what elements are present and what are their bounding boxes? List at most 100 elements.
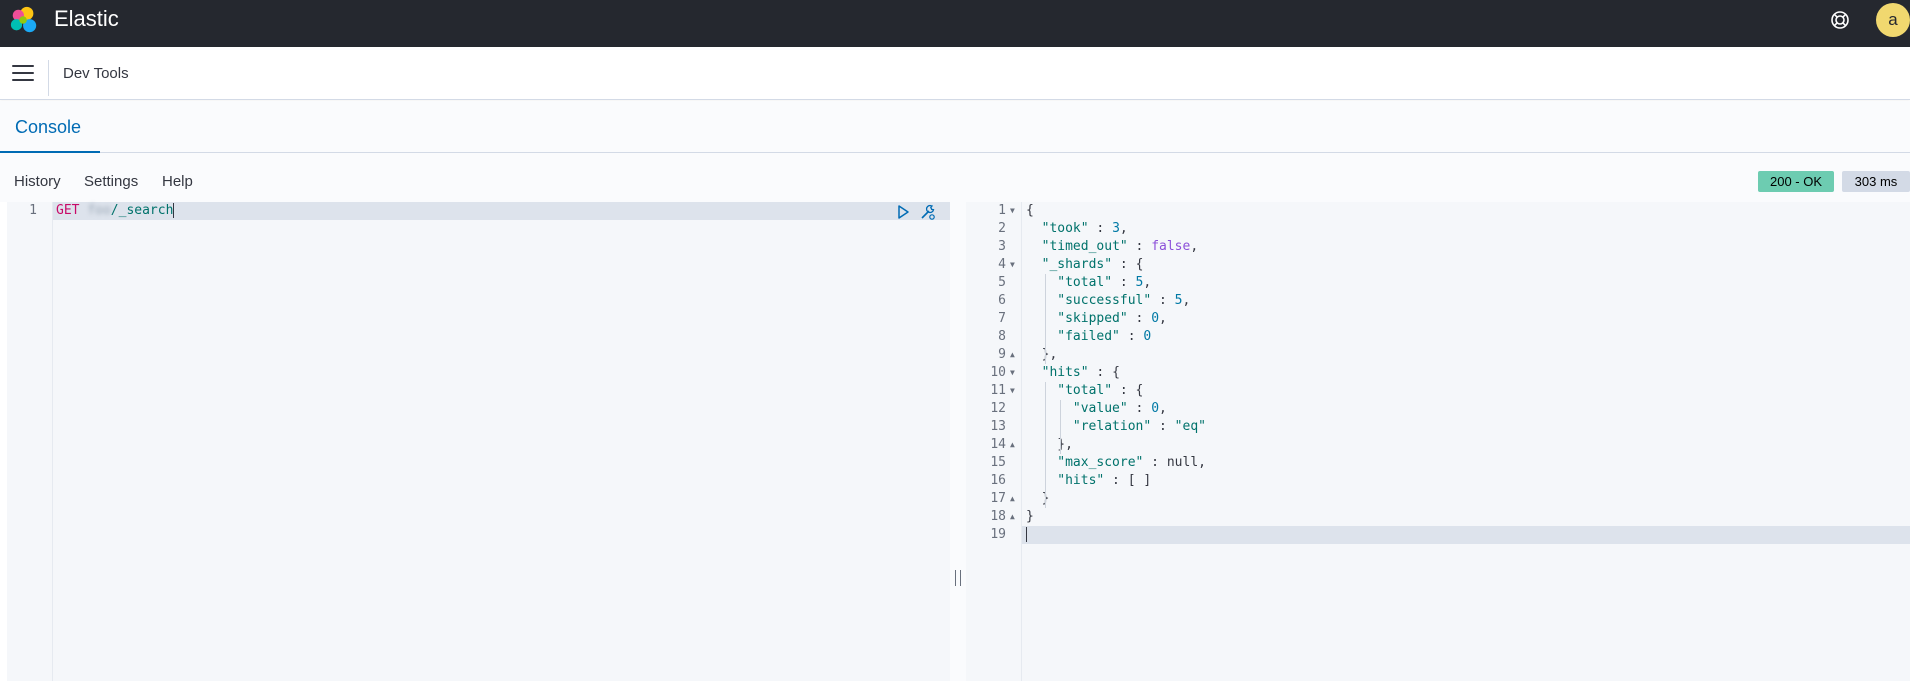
json-punctuation: {	[1112, 365, 1120, 380]
indent-guide	[1044, 382, 1046, 508]
json-value: "eq"	[1174, 419, 1206, 434]
brand-name[interactable]: Elastic	[54, 6, 119, 32]
json-value: false	[1151, 239, 1191, 254]
json-punctuation: }	[1026, 509, 1034, 524]
response-line: "hits" : {	[1042, 364, 1120, 382]
fold-collapse-icon[interactable]: ▼	[1010, 364, 1015, 382]
json-separator: :	[1119, 329, 1144, 344]
json-punctuation: ,	[1159, 401, 1167, 416]
elastic-logo-icon[interactable]	[9, 5, 39, 35]
request-method: GET	[56, 203, 80, 218]
json-separator: :	[1088, 365, 1113, 380]
fold-collapse-icon[interactable]: ▼	[1010, 202, 1015, 220]
response-line: {	[1026, 202, 1034, 220]
help-lifebuoy-icon[interactable]	[1829, 9, 1851, 31]
response-line: "relation" : "eq"	[1073, 418, 1206, 436]
json-value: 5	[1174, 293, 1183, 308]
json-separator: :	[1104, 473, 1128, 488]
json-key: "total"	[1057, 275, 1113, 290]
line-number: 13	[990, 419, 1006, 434]
response-line: "_shards" : {	[1042, 256, 1144, 274]
response-viewer[interactable]: 1 ▼ 2 3 4 ▼ 5 6 7 8 9 ▲ 10 ▼ 11 ▼ 12 13 14 ▲ 15 16 17 ▲ 18 ▲ 19 {"…	[966, 202, 1910, 681]
line-number: 10	[990, 365, 1006, 380]
line-number: 19	[990, 527, 1006, 542]
json-separator: :	[1112, 383, 1136, 398]
json-value: 0	[1143, 329, 1152, 344]
history-link[interactable]: History	[14, 173, 61, 190]
response-time-badge: 303 ms	[1842, 171, 1910, 192]
fold-expand-icon[interactable]: ▲	[1010, 508, 1015, 526]
line-number: 4	[998, 257, 1006, 272]
json-key: "hits"	[1041, 365, 1089, 380]
text-cursor	[173, 203, 175, 218]
json-separator: :	[1151, 293, 1175, 308]
nav-divider	[48, 60, 49, 96]
request-editor[interactable]: 1 GET foo/_search	[7, 202, 950, 681]
settings-link[interactable]: Settings	[84, 173, 138, 190]
json-value: 0	[1151, 401, 1160, 416]
response-line: "skipped" : 0,	[1057, 310, 1167, 328]
line-number: 6	[998, 293, 1006, 308]
json-separator: :	[1127, 239, 1152, 254]
request-index-redacted: foo	[87, 203, 111, 218]
console-toolbar: History Settings Help	[0, 153, 1910, 202]
line-number: 9	[998, 347, 1006, 362]
line-number: 1	[998, 203, 1006, 218]
json-key: "successful"	[1057, 293, 1152, 308]
indent-guide	[1044, 274, 1046, 364]
line-number: 1	[29, 203, 37, 218]
line-number: 2	[998, 221, 1006, 236]
json-value: null	[1166, 455, 1199, 470]
fold-expand-icon[interactable]: ▲	[1010, 346, 1015, 364]
response-line: }	[1026, 508, 1034, 526]
json-key: "hits"	[1057, 473, 1105, 488]
status-badge: 200 - OK	[1758, 171, 1834, 192]
request-gutter: 1	[7, 202, 53, 681]
json-punctuation: {	[1026, 203, 1034, 218]
line-number: 17	[990, 491, 1006, 506]
pane-resizer	[950, 202, 966, 681]
breadcrumb-dev-tools[interactable]: Dev Tools	[63, 65, 129, 82]
line-number: 15	[990, 455, 1006, 470]
line-number: 16	[990, 473, 1006, 488]
response-line: "hits" : [ ]	[1057, 472, 1151, 490]
json-separator: :	[1112, 275, 1136, 290]
top-header: Elastic a	[0, 0, 1910, 47]
response-line	[1026, 526, 1027, 544]
json-key: "max_score"	[1057, 455, 1144, 470]
response-line: "total" : {	[1057, 382, 1143, 400]
line-number: 18	[990, 509, 1006, 524]
json-separator: :	[1127, 311, 1152, 326]
response-gutter: 1 ▼ 2 3 4 ▼ 5 6 7 8 9 ▲ 10 ▼ 11 ▼ 12 13 14 ▲ 15 16 17 ▲ 18 ▲ 19	[966, 202, 1022, 681]
json-punctuation: ,	[1159, 311, 1167, 326]
tab-console[interactable]: Console	[0, 101, 100, 153]
json-punctuation: ,	[1143, 275, 1152, 290]
response-line: "took" : 3,	[1042, 220, 1128, 238]
text-cursor	[1026, 527, 1027, 542]
response-line: "value" : 0,	[1073, 400, 1167, 418]
response-line: "failed" : 0	[1057, 328, 1151, 346]
json-punctuation: ,	[1119, 221, 1128, 236]
help-link[interactable]: Help	[162, 173, 193, 190]
json-separator: :	[1088, 221, 1113, 236]
json-separator: :	[1127, 401, 1152, 416]
play-icon[interactable]	[895, 204, 911, 220]
json-value: 3	[1112, 221, 1120, 236]
fold-expand-icon[interactable]: ▲	[1010, 490, 1015, 508]
fold-collapse-icon[interactable]: ▼	[1010, 382, 1015, 400]
json-separator: :	[1151, 419, 1175, 434]
json-value: [ ]	[1127, 473, 1152, 488]
hamburger-menu-icon[interactable]	[12, 65, 34, 83]
json-separator: :	[1112, 257, 1136, 272]
line-number: 14	[990, 437, 1006, 452]
resize-handle[interactable]	[955, 570, 961, 586]
request-line[interactable]: GET foo/_search	[56, 202, 175, 220]
fold-expand-icon[interactable]: ▲	[1010, 436, 1015, 454]
active-line-highlight	[966, 526, 1910, 544]
user-avatar[interactable]: a	[1876, 3, 1910, 37]
fold-collapse-icon[interactable]: ▼	[1010, 256, 1015, 274]
json-punctuation: ,	[1190, 239, 1199, 254]
wrench-icon[interactable]	[919, 203, 937, 221]
json-punctuation: ,	[1182, 293, 1191, 308]
line-number: 7	[998, 311, 1006, 326]
